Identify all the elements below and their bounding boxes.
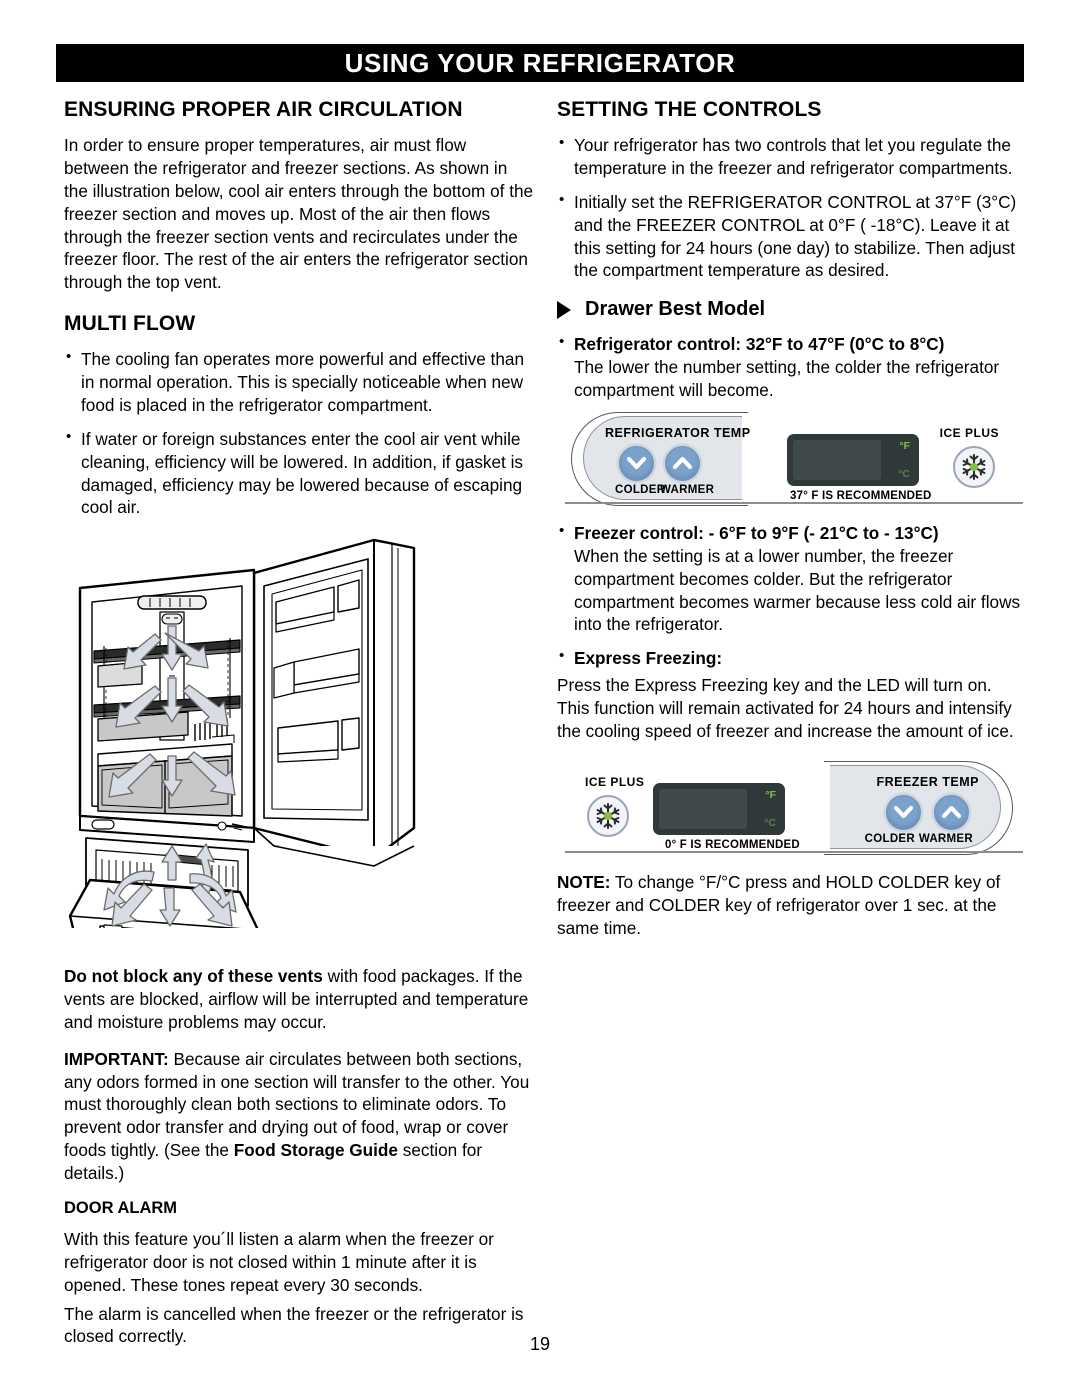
refrigerator-warmer-caption: WARMER xyxy=(660,483,715,496)
right-column: SETTING THE CONTROLS Your refrigerator h… xyxy=(557,98,1027,953)
heading-ensuring-proper-air-circulation: ENSURING PROPER AIR CIRCULATION xyxy=(64,98,463,121)
snowflake-icon xyxy=(596,802,620,829)
refrigerator-colder-button[interactable] xyxy=(619,445,654,481)
list-item: If water or foreign substances enter the… xyxy=(64,427,534,520)
lcd-fahrenheit-indicator: °F xyxy=(899,439,910,452)
chevron-up-icon xyxy=(673,456,692,469)
freezer-control-block: Freezer control: - 6°F to 9°F (- 21°C to… xyxy=(557,521,1027,670)
chevron-up-icon xyxy=(942,805,961,818)
refrigerator-temp-label: REFRIGERATOR TEMP xyxy=(605,425,751,440)
refrigerator-control-desc: The lower the number setting, the colder… xyxy=(574,357,1000,400)
drawer-best-model-heading: Drawer Best Model xyxy=(557,298,1027,321)
freezer-colder-button[interactable] xyxy=(886,794,921,830)
refrigerator-warmer-button[interactable] xyxy=(665,445,700,481)
ice-plus-label-bottom: ICE PLUS xyxy=(585,774,645,789)
paragraph-important: IMPORTANT: Because air circulates betwee… xyxy=(64,1048,534,1185)
list-item: Express Freezing: xyxy=(557,646,1027,670)
multi-flow-bullet-list: The cooling fan operates more powerful a… xyxy=(64,347,534,520)
heading-door-alarm: DOOR ALARM xyxy=(64,1198,178,1217)
triangle-right-icon xyxy=(557,300,571,319)
panel-baseline-rule xyxy=(565,501,1023,504)
paragraph-air-circulation: In order to ensure proper temperatures, … xyxy=(64,135,534,293)
list-item: Your refrigerator has two controls that … xyxy=(557,133,1027,180)
express-freezing-label: Express Freezing: xyxy=(574,648,723,669)
refrigerator-airflow-illustration xyxy=(62,528,462,962)
list-item: Freezer control: - 6°F to 9°F (- 21°C to… xyxy=(557,521,1027,636)
list-item: The cooling fan operates more powerful a… xyxy=(64,347,534,417)
chevron-down-icon xyxy=(894,805,913,818)
ice-plus-label-top: ICE PLUS xyxy=(939,425,999,440)
paragraph-do-not-block-vents: Do not block any of these vents with foo… xyxy=(64,965,534,1034)
refrigerator-recommended-text: 37° F IS RECOMMENDED xyxy=(790,489,932,502)
note-label: NOTE: xyxy=(557,871,611,892)
refrigerator-control-panel-graphic: REFRIGERATOR TEMP COLDER WARMER °F °C 37… xyxy=(557,411,1027,508)
lcd-screen xyxy=(659,788,747,829)
refrigerator-colder-caption: COLDER xyxy=(615,483,666,496)
snowflake-icon xyxy=(962,453,986,480)
lcd-screen xyxy=(793,439,881,480)
important-label: IMPORTANT: xyxy=(64,1048,169,1069)
lcd-celsius-indicator: °C xyxy=(764,816,776,829)
freezer-temp-label: FREEZER TEMP xyxy=(876,774,979,789)
setting-controls-bullet-list: Your refrigerator has two controls that … xyxy=(557,133,1027,283)
manual-page: USING YOUR REFRIGERATOR ENSURING PROPER … xyxy=(0,0,1080,1397)
lcd-celsius-indicator: °C xyxy=(898,467,910,480)
ice-plus-button-bottom[interactable] xyxy=(587,794,629,837)
paragraph-note: NOTE: To change °F/°C press and HOLD COL… xyxy=(557,871,1027,940)
refrigerator-control-block: Refrigerator control: 32°F to 47°F (0°C … xyxy=(557,332,1027,402)
left-column-lower: Do not block any of these vents with foo… xyxy=(64,965,534,1362)
freezer-control-desc: When the setting is at a lower number, t… xyxy=(574,545,1021,635)
left-column: ENSURING PROPER AIR CIRCULATION In order… xyxy=(64,98,534,531)
vents-warning-bold: Do not block any of these vents xyxy=(64,966,323,986)
ice-plus-button-top[interactable] xyxy=(953,445,995,488)
refrigerator-control-range: Refrigerator control: 32°F to 47°F (0°C … xyxy=(574,334,945,355)
page-header-banner: USING YOUR REFRIGERATOR xyxy=(56,44,1024,82)
note-text: To change °F/°C press and HOLD COLDER ke… xyxy=(557,871,1001,938)
freezer-temperature-display: °F °C xyxy=(653,782,785,835)
lcd-fahrenheit-indicator: °F xyxy=(765,788,776,801)
freezer-colder-caption: COLDER xyxy=(864,832,915,845)
heading-setting-the-controls: SETTING THE CONTROLS xyxy=(557,98,822,121)
page-number: 19 xyxy=(529,1334,551,1354)
freezer-warmer-button[interactable] xyxy=(934,794,969,830)
paragraph-express-freezing: Press the Express Freezing key and the L… xyxy=(557,675,1014,741)
food-storage-guide-ref: Food Storage Guide xyxy=(233,1140,398,1161)
page-title: USING YOUR REFRIGERATOR xyxy=(344,47,736,78)
freezer-control-panel-graphic: ICE PLUS °F °C 0° F IS RECOMMENDED FREEZ… xyxy=(557,760,1027,857)
panel-baseline-rule xyxy=(565,850,1023,853)
freezer-control-range: Freezer control: - 6°F to 9°F (- 21°C to… xyxy=(574,522,939,543)
drawer-best-model-label: Drawer Best Model xyxy=(585,298,766,321)
refrigerator-temperature-display: °F °C xyxy=(787,433,919,486)
freezer-recommended-text: 0° F IS RECOMMENDED xyxy=(665,838,800,851)
paragraph-door-alarm-1: With this feature you´ll listen a alarm … xyxy=(64,1228,494,1295)
list-item: Initially set the REFRIGERATOR CONTROL a… xyxy=(557,190,1027,283)
freezer-warmer-caption: WARMER xyxy=(918,832,973,845)
heading-multi-flow: MULTI FLOW xyxy=(64,312,196,336)
list-item: Refrigerator control: 32°F to 47°F (0°C … xyxy=(557,332,1027,402)
chevron-down-icon xyxy=(627,456,646,469)
